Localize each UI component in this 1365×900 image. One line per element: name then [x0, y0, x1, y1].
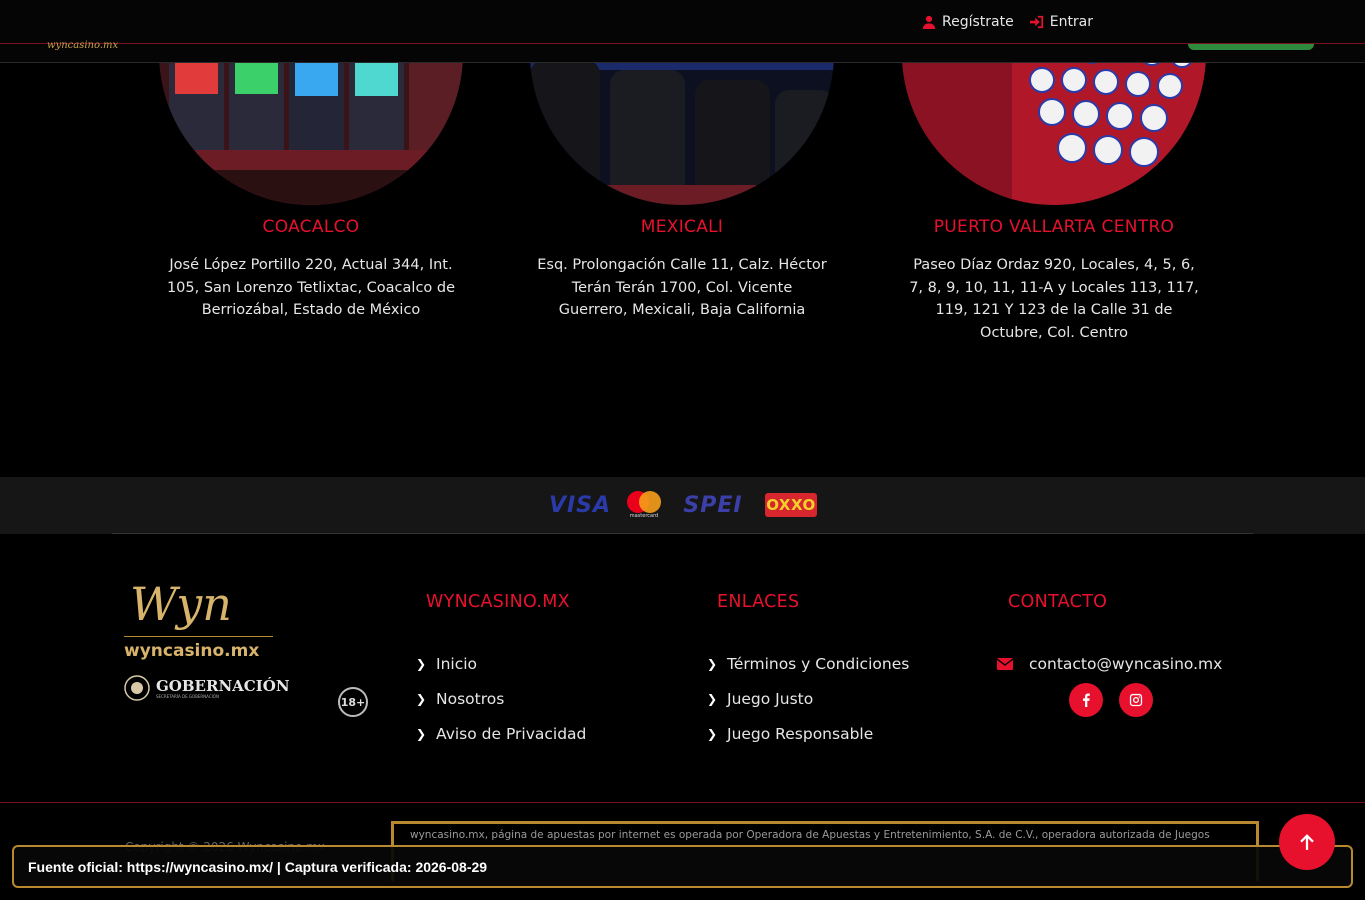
footer-link-juego-responsable[interactable]: ❯ Juego Responsable [707, 725, 873, 743]
back-to-top-button[interactable] [1279, 814, 1335, 870]
facebook-icon [1083, 693, 1090, 707]
instagram-button[interactable] [1119, 683, 1153, 717]
footer-link-inicio[interactable]: ❯ Inicio [416, 655, 477, 673]
contact-email[interactable]: contacto@wyncasino.mx [997, 655, 1222, 673]
footer-link-label: Nosotros [436, 690, 505, 708]
chevron-right-icon: ❯ [416, 692, 427, 706]
top-bar: Regístrate Entrar [0, 0, 1365, 44]
arrow-up-icon [1300, 834, 1314, 850]
gobernacion-logo: GOBERNACIÓN SECRETARÍA DE GOBERNACIÓN [124, 675, 290, 701]
sign-in-icon [1029, 15, 1043, 29]
envelope-icon [997, 658, 1013, 670]
chevron-right-icon: ❯ [707, 692, 718, 706]
casino-address: José López Portillo 220, Actual 344, Int… [166, 257, 456, 318]
footer-link-terminos[interactable]: ❯ Términos y Condiciones [707, 655, 909, 673]
casino-address: Esq. Prolongación Calle 11, Calz. Héctor… [537, 257, 827, 318]
facebook-button[interactable] [1069, 683, 1103, 717]
login-link[interactable]: Entrar [1029, 14, 1094, 30]
source-caption: Fuente oficial: https://wyncasino.mx/ | … [12, 845, 1353, 888]
chevron-right-icon: ❯ [416, 657, 427, 671]
visa-logo: VISA [548, 492, 612, 518]
footer-link-nosotros[interactable]: ❯ Nosotros [416, 690, 504, 708]
account-nav: Regístrate Entrar [922, 14, 1093, 30]
casino-city: MEXICALI [640, 217, 724, 237]
chevron-right-icon: ❯ [707, 657, 718, 671]
header-logo[interactable]: wyncasino.mx [47, 40, 118, 51]
instagram-icon [1129, 693, 1143, 707]
gobernacion-label: GOBERNACIÓN [156, 676, 290, 695]
spei-logo: SPEI [683, 492, 743, 518]
casino-address: Paseo Díaz Ordaz 920, Locales, 4, 5, 6, … [909, 257, 1199, 341]
eagle-seal-icon [124, 675, 150, 701]
user-icon [922, 15, 936, 29]
age-18-badge: 18+ [338, 687, 368, 717]
footer-link-label: Juego Responsable [727, 725, 874, 743]
footer-link-juego-justo[interactable]: ❯ Juego Justo [707, 690, 813, 708]
footer-brand: Wyn wyncasino.mx GOBERNACIÓN SECRETARÍA … [124, 578, 290, 701]
login-label: Entrar [1049, 14, 1094, 30]
footer-link-label: Términos y Condiciones [727, 655, 910, 673]
payment-divider [112, 533, 1253, 534]
footer-link-privacidad[interactable]: ❯ Aviso de Privacidad [416, 725, 586, 743]
footer-col-enlaces-title: ENLACES [717, 592, 800, 612]
footer-col-wyncasino-title: WYNCASINO.MX [426, 592, 570, 612]
header-green-button[interactable] [1188, 44, 1314, 50]
wyn-logo: Wyn [130, 577, 232, 631]
footer-link-label: Aviso de Privacidad [436, 725, 587, 743]
footer-col-contacto-title: CONTACTO [1008, 592, 1108, 612]
oxxo-logo: OXXO [765, 493, 817, 517]
mastercard-logo: mastercard [626, 490, 662, 520]
casino-city: PUERTO VALLARTA CENTRO [933, 217, 1175, 237]
register-label: Regístrate [942, 14, 1014, 30]
footer-link-label: Inicio [436, 655, 478, 673]
register-link[interactable]: Regístrate [922, 14, 1014, 30]
contact-email-label: contacto@wyncasino.mx [1029, 655, 1223, 673]
footer-link-label: Juego Justo [727, 690, 814, 708]
chevron-right-icon: ❯ [416, 727, 427, 741]
chevron-right-icon: ❯ [707, 727, 718, 741]
wyncasino-logo-text: wyncasino.mx [124, 636, 273, 661]
legal-notice-text: wyncasino.mx, página de apuestas por int… [410, 829, 1210, 841]
casino-city: COACALCO [262, 217, 360, 237]
sub-bar [0, 44, 1365, 63]
footer-divider [0, 802, 1365, 803]
